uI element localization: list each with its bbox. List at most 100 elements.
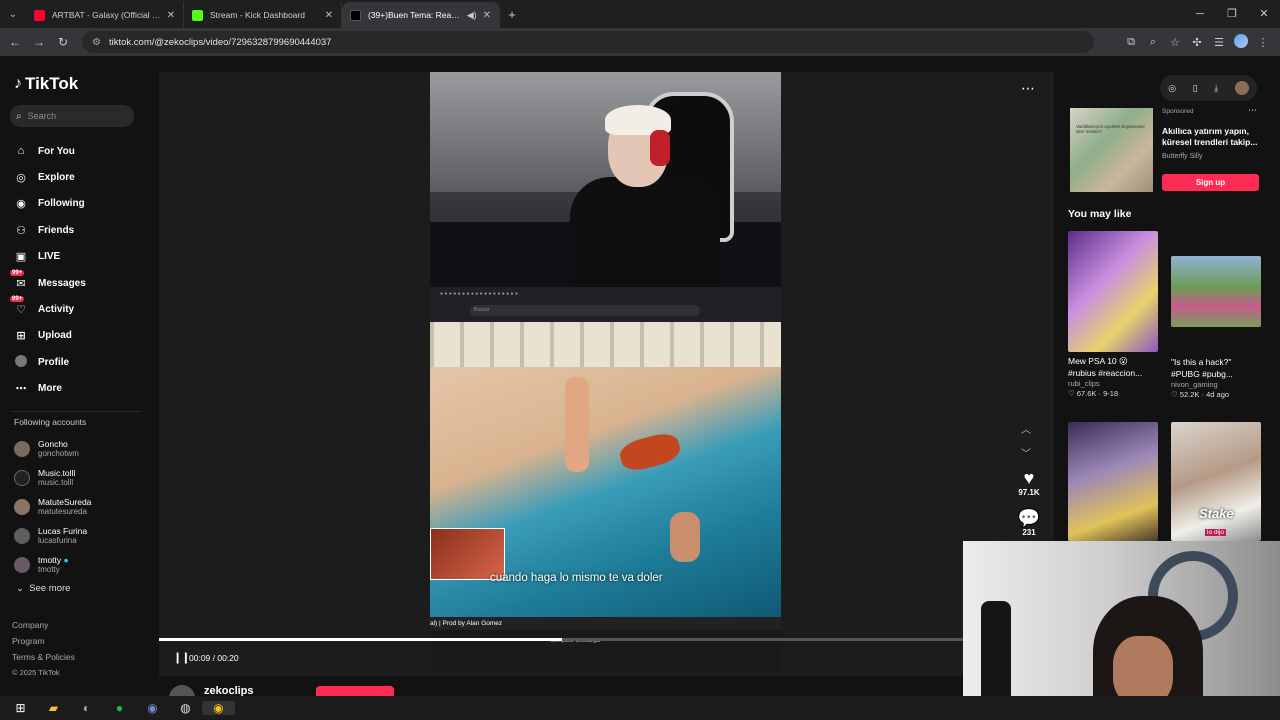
see-more-button[interactable]: ⌄ See more (16, 583, 70, 594)
following-account[interactable]: Lucas Furina lucasfurina (14, 521, 91, 550)
pause-icon[interactable]: ❙❙ (173, 651, 190, 664)
video-credit: al) | Prod by Alan Gomez (430, 620, 503, 627)
chrome-menu-icon[interactable]: ⋮ (1252, 36, 1274, 49)
avatar (14, 498, 30, 515)
ad-image[interactable]: Varlıklarınızın uyurken büyümesini ister… (1070, 108, 1153, 192)
download-icon[interactable]: ⤓ (1214, 83, 1218, 94)
address-toolbar: ← → ↻ ⚙ tiktok.com/@zekoclips/video/7296… (0, 28, 1280, 56)
bookmark-star-icon[interactable]: ☆ (1164, 36, 1186, 49)
discord-icon[interactable]: ◉ (136, 701, 169, 715)
next-video-icon[interactable]: ﹀ (1021, 445, 1031, 460)
video-player[interactable]: ● ● ● ● ● ● ● ● ● ● ● ● ● ● ● ● ● ● Busc… (159, 72, 1054, 676)
video-frame[interactable]: ● ● ● ● ● ● ● ● ● ● ● ● ● ● ● ● ● ● Busc… (430, 72, 781, 672)
playback-time: 00:09 / 00:20 (189, 653, 239, 663)
site-info-icon[interactable]: ⚙ (92, 37, 101, 48)
account-name: tmotty (38, 554, 62, 565)
compass-icon: ◎ (16, 172, 26, 185)
forward-icon[interactable]: → (27, 35, 51, 49)
heart-icon: ♥ (1023, 468, 1035, 488)
sidebar-item-profile[interactable]: Profile (12, 349, 86, 375)
steam-icon[interactable]: ◐ (70, 701, 103, 715)
thumbnail-overlay-caption: lo dijo (1205, 529, 1226, 536)
progress-fill (159, 638, 562, 641)
close-window-icon[interactable]: ✕ (1248, 0, 1280, 28)
reload-icon[interactable]: ↻ (51, 35, 75, 49)
person-figure (565, 377, 589, 472)
extensions-icon[interactable]: ✣ (1186, 36, 1208, 49)
search-input[interactable]: ⌕ Search (10, 105, 134, 127)
tab-kick-dashboard[interactable]: Stream - Kick Dashboard ✕ (184, 2, 342, 28)
following-account[interactable]: Music.tolll music.tolll (14, 463, 91, 492)
footer-company-link[interactable]: Company (12, 620, 48, 630)
reading-list-icon[interactable]: ☰ (1208, 36, 1230, 49)
avatar (14, 440, 30, 457)
tab-artbat[interactable]: ARTBAT - Galaxy (Official Visual ✕ (26, 2, 184, 28)
footer-terms-link[interactable]: Terms & Policies (12, 652, 75, 662)
copyright: © 2025 TikTok (12, 668, 60, 677)
like-button[interactable]: ♥ 97.1K (1009, 468, 1049, 497)
account-name: Lucas Furina (38, 525, 88, 536)
minimize-icon[interactable]: ─ (1184, 0, 1216, 28)
sidebar-item-for-you[interactable]: ⌂ For You (12, 138, 86, 164)
ad-more-icon[interactable]: ⋯ (1248, 105, 1257, 116)
profile-avatar[interactable] (1230, 33, 1252, 51)
obs-icon[interactable]: ◍ (169, 701, 202, 715)
sidebar-item-friends[interactable]: ⚇ Friends (12, 217, 86, 243)
following-account[interactable]: MatuteSureda matutesureda (14, 492, 91, 521)
tab-tiktok[interactable]: (39+)Buen Tema: Reacción ◀) ✕ (342, 2, 500, 28)
author-avatar[interactable] (169, 685, 195, 696)
chrome-icon[interactable]: ◉ (202, 701, 235, 715)
recommended-video-card[interactable] (1068, 422, 1158, 541)
speaker-icon[interactable]: ◀) (467, 10, 477, 21)
footer-program-link[interactable]: Program (12, 636, 45, 646)
tiktok-logo[interactable]: ♪ TikTok (14, 74, 78, 94)
account-handle: tmotty (38, 564, 60, 574)
sidebar-item-live[interactable]: ▣ LIVE (12, 244, 86, 270)
close-tab-icon[interactable]: ✕ (483, 10, 491, 21)
coin-icon[interactable]: ◎ (1168, 83, 1176, 94)
recommended-video-card[interactable]: "Is this a hack?" #PUBG #pubg... nivon_g… (1171, 256, 1261, 400)
sidebar-item-label: LIVE (38, 251, 61, 263)
back-icon[interactable]: ← (3, 35, 27, 49)
see-more-label: See more (29, 583, 71, 594)
restore-icon[interactable]: ❐ (1216, 0, 1248, 28)
comment-button[interactable]: 💬 231 (1009, 508, 1049, 537)
follow-button[interactable] (316, 686, 394, 696)
author-name[interactable]: zekoclips (204, 685, 254, 696)
windows-start-icon[interactable]: ⊞ (4, 701, 37, 715)
more-options-icon[interactable]: ⋯ (1021, 80, 1036, 97)
new-tab-button[interactable]: + (500, 7, 524, 22)
sign-up-button[interactable]: Sign up (1162, 174, 1259, 191)
recommended-video-card[interactable]: Stake lo dijo (1171, 422, 1261, 541)
video-progress-bar[interactable] (159, 638, 1054, 641)
previous-video-icon[interactable]: ︿ (1021, 421, 1031, 436)
logo-text: TikTok (25, 74, 79, 93)
close-tab-icon[interactable]: ✕ (167, 10, 175, 21)
sidebar-item-more[interactable]: ⋯ More (12, 376, 86, 402)
sidebar-item-upload[interactable]: ⊞ Upload (12, 323, 86, 349)
video-subtitle: cuando haga lo mismo te va doler (490, 572, 663, 584)
sidebar-item-label: Explore (38, 172, 75, 184)
user-avatar[interactable] (1234, 81, 1249, 95)
close-tab-icon[interactable]: ✕ (325, 10, 333, 21)
zoom-icon[interactable]: ⌕ (1142, 36, 1164, 49)
sidebar-item-messages[interactable]: ✉ 99+ Messages (10, 269, 86, 296)
following-account[interactable]: Goncho gonchotwm (14, 434, 91, 463)
file-explorer-icon[interactable]: ▰ (37, 701, 70, 715)
recommended-video-card[interactable]: Mew PSA 10 😮 #rubius #reaccion... rubi_c… (1068, 231, 1158, 399)
sidebar-item-explore[interactable]: ◎ Explore (12, 164, 86, 190)
spotify-icon[interactable]: ● (103, 701, 136, 715)
following-account[interactable]: tmotty ● tmotty (14, 550, 91, 579)
sidebar-item-following[interactable]: ◉ Following (12, 191, 86, 217)
pool-fence (430, 322, 781, 367)
sidebar: ♪ TikTok ⌕ Search ⌂ For You ◎ Explore ◉ Foll… (0, 56, 158, 696)
url-bar[interactable]: ⚙ tiktok.com/@zekoclips/video/7296328799… (82, 31, 1094, 53)
sidebar-item-activity[interactable]: ♡ 99+ Activity (10, 296, 86, 322)
ad-title[interactable]: Akıllıca yatırım yapın, küresel trendler… (1162, 126, 1262, 148)
card-username: nivon_gaming (1171, 380, 1218, 389)
cast-icon[interactable]: ⧉ (1120, 36, 1142, 49)
heart-outline-icon: ♡ (1068, 389, 1075, 398)
device-icon[interactable]: ▯ (1193, 83, 1198, 94)
tab-search-icon[interactable]: ⌄ (0, 0, 26, 28)
sponsored-label: Sponsored (1162, 108, 1194, 115)
